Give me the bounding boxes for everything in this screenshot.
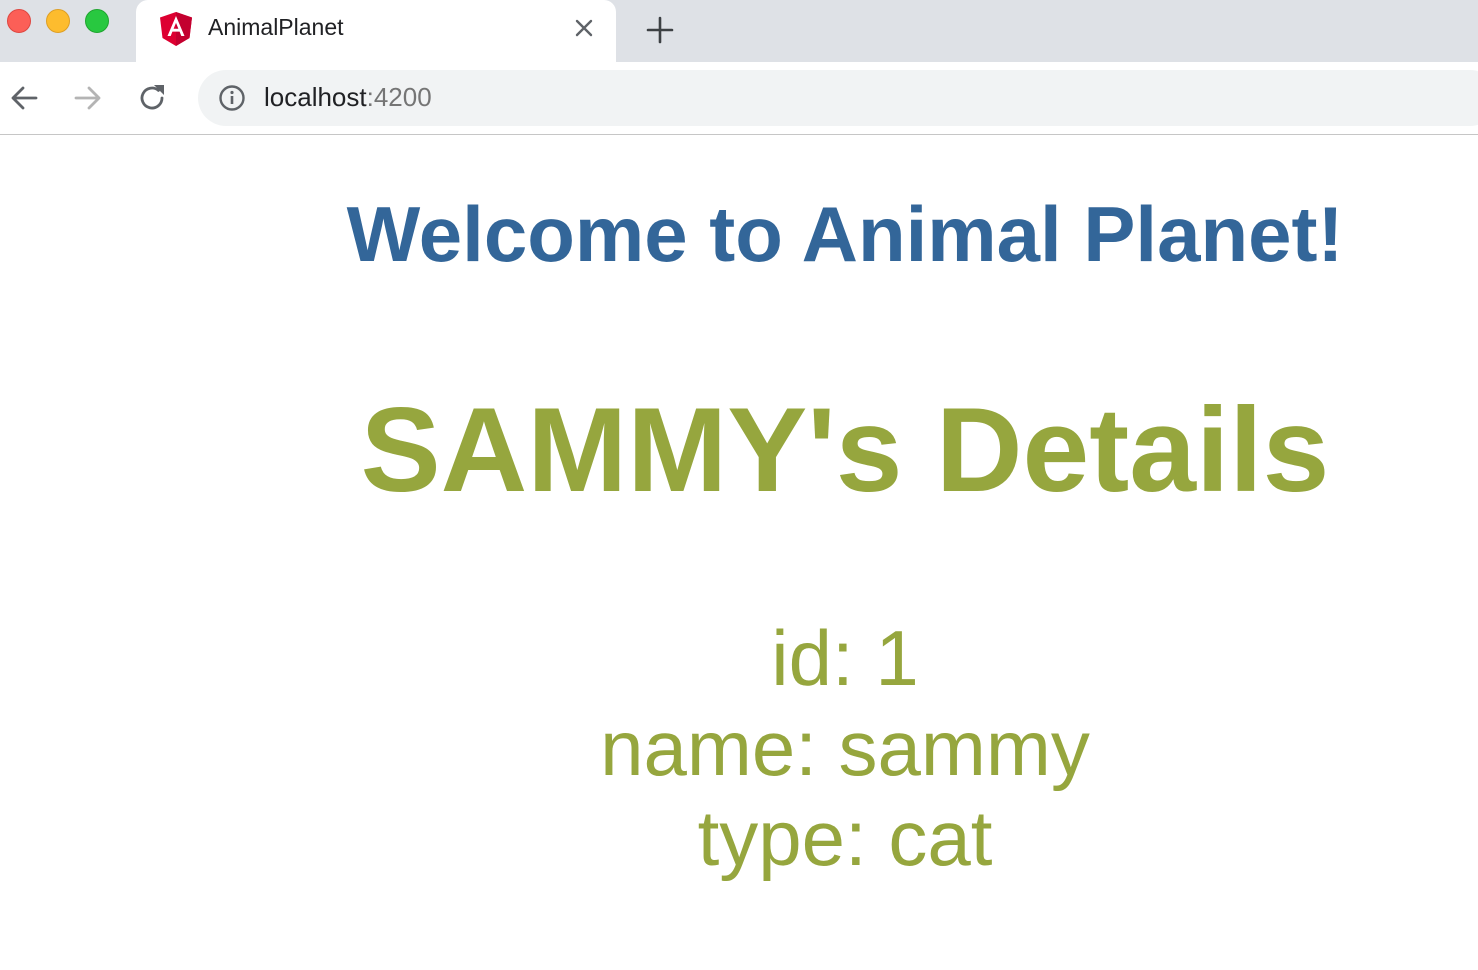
close-window-button[interactable] (7, 9, 31, 33)
maximize-window-button[interactable] (85, 9, 109, 33)
url-port: :4200 (366, 82, 432, 112)
welcome-heading: Welcome to Animal Planet! (346, 190, 1344, 278)
animal-details: id: 1 name: sammy type: cat (330, 613, 1360, 883)
detail-id: id: 1 (771, 614, 919, 702)
back-arrow-icon[interactable] (8, 82, 40, 114)
close-icon[interactable] (572, 16, 596, 40)
browser-window: AnimalPlanet localhost:4200 Welcome to A… (0, 0, 1478, 970)
tab-animalplanet[interactable]: AnimalPlanet (136, 0, 616, 62)
detail-type: type: cat (697, 794, 993, 882)
reload-icon[interactable] (136, 82, 168, 114)
page-content: Welcome to Animal Planet! SAMMY's Detail… (0, 135, 1478, 970)
url-text[interactable]: localhost:4200 (264, 82, 432, 113)
info-icon[interactable] (218, 84, 246, 112)
minimize-window-button[interactable] (46, 9, 70, 33)
tab-title: AnimalPlanet (208, 14, 344, 40)
detail-name: name: sammy (600, 704, 1090, 792)
address-bar[interactable]: localhost:4200 (198, 70, 1478, 126)
browser-toolbar: localhost:4200 (0, 62, 1478, 135)
forward-arrow-icon[interactable] (72, 82, 104, 114)
url-host: localhost (264, 82, 367, 112)
angular-icon (160, 12, 192, 46)
new-tab-plus-icon[interactable] (644, 14, 676, 46)
tab-strip: AnimalPlanet (0, 0, 1478, 62)
details-title: SAMMY's Details (360, 383, 1330, 517)
